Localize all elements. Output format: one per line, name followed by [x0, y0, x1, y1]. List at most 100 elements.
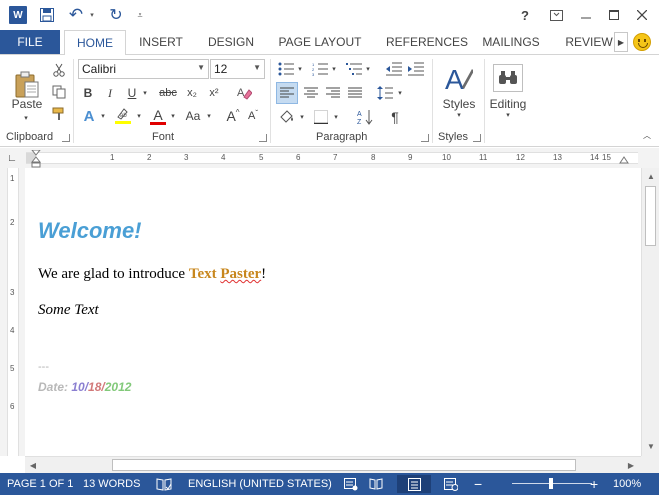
feedback-smiley-icon[interactable] — [633, 33, 651, 51]
vertical-scrollbar[interactable]: ▲ ▼ — [641, 168, 659, 456]
vertical-scroll-thumb[interactable] — [645, 186, 656, 246]
save-button[interactable] — [36, 5, 58, 25]
grow-font-button[interactable]: A ^ — [224, 106, 242, 126]
copy-button[interactable] — [50, 83, 68, 101]
language-status[interactable]: ENGLISH (UNITED STATES) — [188, 473, 332, 495]
justify-button[interactable] — [344, 82, 366, 104]
editing-button[interactable]: Editing ▾ — [488, 59, 528, 123]
help-button[interactable]: ? — [512, 4, 538, 26]
styles-button[interactable]: A Styles ▾ — [438, 59, 480, 123]
tab-insert[interactable]: INSERT — [132, 30, 190, 54]
tab-references[interactable]: REFERENCES — [380, 30, 474, 54]
line-spacing-button[interactable] — [374, 82, 396, 104]
close-button[interactable] — [629, 4, 655, 26]
font-color-button[interactable]: A — [148, 105, 168, 127]
document-paragraph-intro[interactable]: We are glad to introduce Text Paster! — [38, 266, 266, 283]
scroll-up-arrow-icon[interactable]: ▲ — [645, 170, 657, 182]
document-date-line[interactable]: Date: 10/18/2012 — [38, 380, 131, 394]
shading-button[interactable] — [276, 106, 298, 128]
shading-dropdown[interactable]: ▾ — [298, 106, 306, 128]
borders-button[interactable] — [310, 106, 332, 128]
multilevel-list-button[interactable] — [344, 59, 364, 79]
font-color-dropdown[interactable]: ▾ — [168, 106, 178, 126]
decrease-indent-button[interactable] — [384, 59, 404, 79]
sort-button[interactable]: AZ — [354, 106, 376, 128]
vertical-ruler[interactable]: 1 2 3 4 5 6 — [7, 168, 19, 456]
tab-review[interactable]: REVIEW — [561, 30, 617, 54]
undo-dropdown[interactable]: ▾ — [86, 5, 98, 25]
clipboard-launcher-icon[interactable] — [62, 134, 70, 142]
text-effects-dropdown[interactable]: ▾ — [98, 106, 108, 126]
zoom-level[interactable]: 100% — [613, 473, 641, 495]
tab-page-layout[interactable]: PAGE LAYOUT — [272, 30, 368, 54]
right-indent-marker-icon[interactable] — [619, 156, 629, 164]
align-left-button[interactable] — [276, 82, 298, 104]
tab-mailings[interactable]: MAILINGS — [478, 30, 544, 54]
shrink-font-button[interactable]: Aˇ — [244, 106, 262, 126]
italic-button[interactable]: I — [102, 84, 118, 102]
document-separator[interactable]: --- — [38, 361, 49, 373]
customize-qat-button[interactable]: ⩡ — [134, 5, 146, 25]
document-page[interactable]: Welcome! We are glad to introduce Text P… — [25, 168, 641, 456]
font-size-combo[interactable]: 12 ▼ — [210, 59, 265, 79]
zoom-slider-thumb[interactable] — [549, 478, 553, 489]
chevron-down-icon[interactable]: ▼ — [197, 63, 205, 72]
page-count-status[interactable]: PAGE 1 OF 1 — [7, 473, 73, 495]
show-formatting-button[interactable]: ¶ — [384, 106, 406, 128]
macro-recording-status[interactable] — [344, 473, 358, 495]
undo-button[interactable]: ↶ — [66, 5, 86, 25]
tabs-scroll-right-button[interactable]: ▶ — [614, 32, 628, 52]
zoom-out-button[interactable]: − — [474, 473, 482, 495]
format-painter-button[interactable] — [50, 105, 68, 123]
font-launcher-icon[interactable] — [259, 134, 267, 142]
styles-launcher-icon[interactable] — [473, 134, 481, 142]
change-case-dropdown[interactable]: ▾ — [204, 106, 214, 126]
scroll-down-arrow-icon[interactable]: ▼ — [645, 440, 657, 452]
bullets-button[interactable] — [276, 59, 296, 79]
indent-marker-icon[interactable] — [31, 150, 41, 168]
numbering-button[interactable]: 123 — [310, 59, 330, 79]
tab-file[interactable]: FILE — [0, 30, 60, 54]
print-layout-button[interactable] — [397, 475, 431, 493]
paste-label[interactable]: Paste — [8, 97, 46, 111]
chevron-down-icon[interactable]: ▼ — [253, 63, 261, 72]
multilevel-list-dropdown[interactable]: ▾ — [364, 59, 372, 79]
word-logo-icon[interactable]: W — [9, 6, 27, 24]
font-name-combo[interactable]: Calibri ▼ — [78, 59, 209, 79]
increase-indent-button[interactable] — [406, 59, 426, 79]
horizontal-ruler[interactable]: 1 2 3 4 5 6 7 8 9 10 11 12 13 14 15 — [26, 152, 638, 164]
read-mode-button[interactable] — [363, 475, 389, 493]
scroll-left-arrow-icon[interactable]: ◀ — [27, 459, 39, 471]
clear-formatting-button[interactable]: A — [234, 83, 254, 103]
redo-button[interactable]: ↻ — [106, 5, 126, 25]
bold-button[interactable]: B — [80, 84, 96, 102]
horizontal-scroll-thumb[interactable] — [112, 459, 576, 471]
highlight-dropdown[interactable]: ▾ — [134, 106, 144, 126]
maximize-button[interactable] — [601, 4, 627, 26]
change-case-button[interactable]: Aa — [182, 106, 204, 126]
minimize-button[interactable] — [573, 4, 599, 26]
tab-home[interactable]: HOME — [64, 30, 126, 55]
bullets-dropdown[interactable]: ▾ — [296, 59, 304, 79]
strikethrough-button[interactable]: abc — [155, 84, 181, 102]
paragraph-launcher-icon[interactable] — [421, 134, 429, 142]
underline-button[interactable]: U — [124, 84, 140, 102]
subscript-button[interactable]: x₂ — [183, 84, 201, 102]
underline-dropdown[interactable]: ▾ — [140, 84, 150, 102]
document-heading[interactable]: Welcome! — [38, 218, 142, 244]
align-center-button[interactable] — [300, 82, 322, 104]
superscript-button[interactable]: x² — [205, 84, 223, 102]
collapse-ribbon-button[interactable]: ︿ — [640, 129, 654, 141]
borders-dropdown[interactable]: ▾ — [332, 106, 340, 128]
line-spacing-dropdown[interactable]: ▾ — [396, 82, 404, 104]
highlight-button[interactable]: ab — [112, 105, 134, 127]
tab-selector-icon[interactable]: ∟ — [6, 152, 18, 164]
horizontal-scrollbar[interactable]: ◀ ▶ — [25, 456, 641, 473]
tab-design[interactable]: DESIGN — [202, 30, 260, 54]
web-layout-button[interactable] — [438, 475, 464, 493]
scroll-right-arrow-icon[interactable]: ▶ — [625, 459, 637, 471]
cut-button[interactable] — [50, 61, 68, 79]
ribbon-display-options-button[interactable] — [543, 4, 569, 26]
paste-dropdown[interactable]: ▾ — [20, 113, 32, 123]
zoom-in-button[interactable]: + — [590, 473, 598, 495]
